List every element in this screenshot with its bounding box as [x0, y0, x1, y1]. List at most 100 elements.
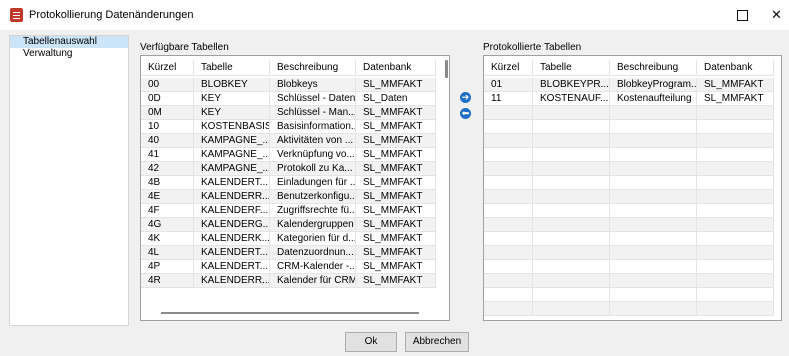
table-row[interactable]	[484, 204, 774, 218]
remove-table-button[interactable]: ⬅	[460, 108, 471, 119]
table-cell: 4G	[141, 218, 194, 232]
table-cell	[533, 288, 610, 302]
arrow-right-icon: ➔	[461, 92, 470, 102]
table-cell	[484, 302, 533, 316]
table-row[interactable]: 01 BLOBKEYPR... BlobkeyProgram... SL_MMFAKT	[484, 78, 774, 92]
table-cell: SL_MMFAKT	[356, 106, 436, 120]
table-cell: Basisinformation...	[270, 120, 356, 134]
available-tables-grid[interactable]: Kürzel Tabelle Beschreibung Datenbank 00 BLOB…	[140, 55, 450, 321]
table-cell	[697, 274, 774, 288]
table-row[interactable]	[484, 190, 774, 204]
vertical-scrollbar[interactable]	[445, 60, 448, 78]
table-cell: Datenzuordnun...	[270, 246, 356, 260]
table-cell: 4K	[141, 232, 194, 246]
column-header-row: Kürzel Tabelle Beschreibung Datenbank	[484, 60, 774, 76]
table-row[interactable]	[484, 218, 774, 232]
column-header[interactable]: Kürzel	[484, 60, 533, 76]
column-header[interactable]: Beschreibung	[270, 60, 356, 76]
column-header[interactable]: Tabelle	[194, 60, 270, 76]
table-cell: SL_MMFAKT	[356, 78, 436, 92]
table-row[interactable]: 4P KALENDERT... CRM-Kalender -... SL_MMFAKT	[141, 260, 436, 274]
table-cell	[697, 148, 774, 162]
table-cell	[610, 246, 697, 260]
table-cell	[697, 106, 774, 120]
table-row[interactable]	[484, 260, 774, 274]
table-cell: SL_MMFAKT	[356, 218, 436, 232]
close-button[interactable]: ✕	[764, 2, 789, 28]
table-cell: KALENDERT...	[194, 176, 270, 190]
table-cell: Blobkeys	[270, 78, 356, 92]
table-cell	[484, 162, 533, 176]
table-cell	[533, 260, 610, 274]
table-row[interactable]: 00 BLOBKEY Blobkeys SL_MMFAKT	[141, 78, 436, 92]
table-row[interactable]	[484, 162, 774, 176]
column-header[interactable]: Datenbank	[697, 60, 774, 76]
table-row[interactable]	[484, 246, 774, 260]
table-cell	[533, 134, 610, 148]
table-cell: KALENDERF...	[194, 204, 270, 218]
table-row[interactable]: 10 KOSTENBASIS Basisinformation... SL_MMFAK…	[141, 120, 436, 134]
table-cell	[484, 134, 533, 148]
table-cell: Schlüssel - Man...	[270, 106, 356, 120]
table-row[interactable]: 0M KEY Schlüssel - Man... SL_MMFAKT	[141, 106, 436, 120]
available-tables-label: Verfügbare Tabellen	[140, 42, 229, 53]
table-row[interactable]: 0D KEY Schlüssel - Daten SL_Daten	[141, 92, 436, 106]
table-row[interactable]	[484, 106, 774, 120]
table-row[interactable]: 4F KALENDERF... Zugriffsrechte fü... SL_MMF…	[141, 204, 436, 218]
title-bar: Protokollierung Datenänderungen ✕	[0, 0, 789, 30]
table-row[interactable]: 4L KALENDERT... Datenzuordnun... SL_MMFAKT	[141, 246, 436, 260]
table-cell: 40	[141, 134, 194, 148]
table-cell	[697, 120, 774, 134]
table-row[interactable]	[484, 120, 774, 134]
table-cell	[610, 288, 697, 302]
table-cell: SL_MMFAKT	[356, 120, 436, 134]
table-cell: SL_MMFAKT	[356, 274, 436, 288]
table-cell: KOSTENBASIS	[194, 120, 270, 134]
navigation-list: Tabellenauswahl Verwaltung	[9, 35, 129, 326]
table-row[interactable]: 4K KALENDERK... Kategorien für d... SL_MMFA…	[141, 232, 436, 246]
table-cell: KAMPAGNE_...	[194, 162, 270, 176]
table-row[interactable]	[484, 176, 774, 190]
table-row[interactable]: 4R KALENDERR... Kalender für CRM SL_MMFAKT	[141, 274, 436, 288]
table-cell: SL_MMFAKT	[356, 260, 436, 274]
table-row[interactable]	[484, 288, 774, 302]
table-cell	[484, 148, 533, 162]
table-cell	[533, 274, 610, 288]
table-row[interactable]: 4G KALENDERG... Kalendergruppen SL_MMFAKT	[141, 218, 436, 232]
table-cell	[484, 120, 533, 134]
cancel-button[interactable]: Abbrechen	[405, 332, 469, 352]
column-header[interactable]: Tabelle	[533, 60, 610, 76]
table-cell: Aktivitäten von ...	[270, 134, 356, 148]
window-title: Protokollierung Datenänderungen	[29, 9, 194, 21]
table-row[interactable]: 41 KAMPAGNE_... Verknüpfung vo... SL_MMFAKT	[141, 148, 436, 162]
ok-button[interactable]: Ok	[345, 332, 397, 352]
table-cell	[484, 106, 533, 120]
table-cell: KEY	[194, 92, 270, 106]
nav-item[interactable]: Verwaltung	[10, 48, 128, 60]
table-cell: SL_MMFAKT	[356, 148, 436, 162]
column-header[interactable]: Kürzel	[141, 60, 194, 76]
logged-tables-grid[interactable]: Kürzel Tabelle Beschreibung Datenbank 01 BLOB…	[483, 55, 782, 321]
table-row[interactable]: 40 KAMPAGNE_... Aktivitäten von ... SL_MMFA…	[141, 134, 436, 148]
table-row[interactable]: 4B KALENDERT... Einladungen für ... SL_MMFA…	[141, 176, 436, 190]
table-cell	[533, 204, 610, 218]
table-row[interactable]	[484, 232, 774, 246]
horizontal-scrollbar[interactable]	[161, 312, 419, 314]
table-row[interactable]	[484, 302, 774, 316]
table-row[interactable]: 4E KALENDERR... Benutzerkonfigu... SL_MMFAK…	[141, 190, 436, 204]
nav-item[interactable]: Tabellenauswahl	[10, 36, 128, 48]
table-row[interactable]: 11 KOSTENAUF... Kostenaufteilung SL_MMFAKT	[484, 92, 774, 106]
table-cell: KEY	[194, 106, 270, 120]
table-cell: KALENDERK...	[194, 232, 270, 246]
table-cell	[484, 288, 533, 302]
table-cell	[484, 176, 533, 190]
table-row[interactable]	[484, 134, 774, 148]
table-row[interactable]	[484, 148, 774, 162]
table-row[interactable]	[484, 274, 774, 288]
column-header[interactable]: Beschreibung	[610, 60, 697, 76]
table-row[interactable]: 42 KAMPAGNE_... Protokoll zu Ka... SL_MMFAK…	[141, 162, 436, 176]
table-cell: 10	[141, 120, 194, 134]
add-table-button[interactable]: ➔	[460, 92, 471, 103]
column-header[interactable]: Datenbank	[356, 60, 436, 76]
maximize-button[interactable]	[720, 2, 764, 28]
